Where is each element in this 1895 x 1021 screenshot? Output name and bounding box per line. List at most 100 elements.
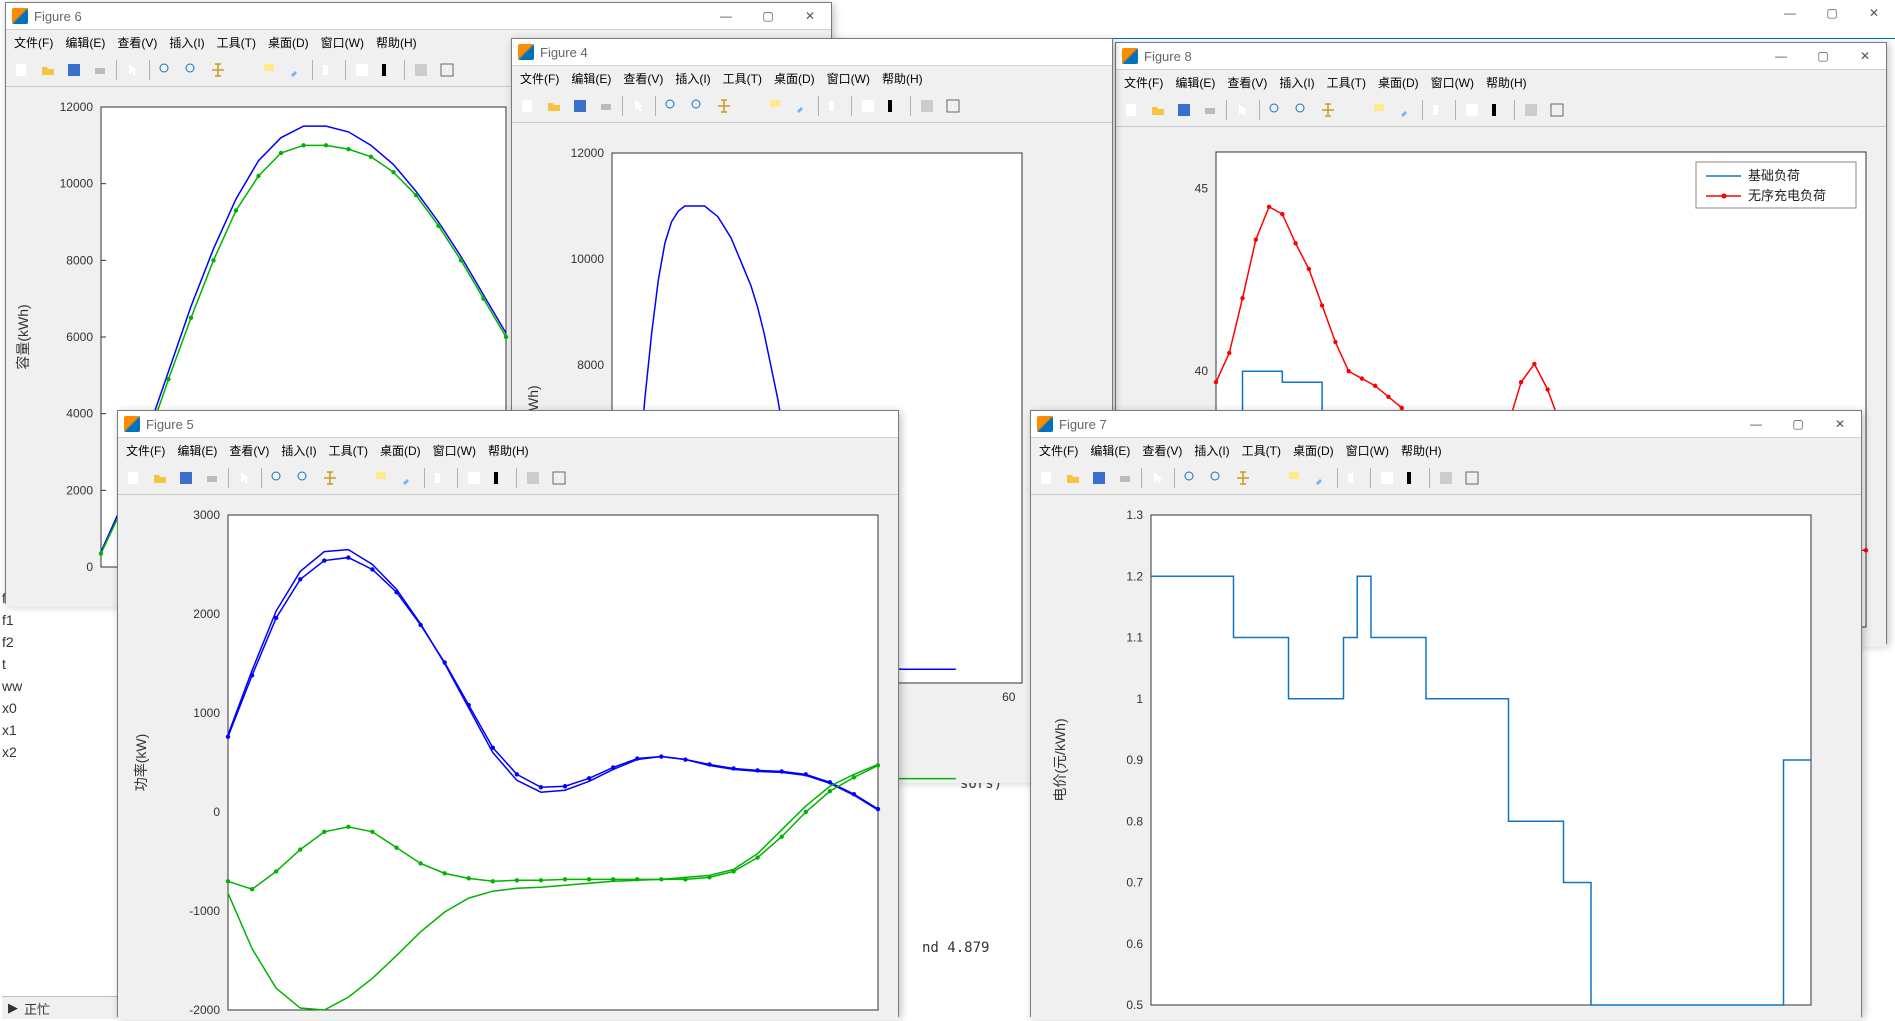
menu-item[interactable]: 文件(F) (1039, 442, 1078, 459)
menu-item[interactable]: 桌面(D) (268, 34, 309, 51)
menu-item[interactable]: 工具(T) (1242, 442, 1281, 459)
open-file-button[interactable] (1061, 466, 1085, 490)
open-file-button[interactable] (148, 466, 172, 490)
minimize-button[interactable]: — (1760, 43, 1802, 69)
color-grid-button[interactable] (856, 94, 880, 118)
menu-item[interactable]: 编辑(E) (1175, 74, 1215, 91)
menu-item[interactable]: 桌面(D) (380, 442, 421, 459)
new-figure-button[interactable] (10, 58, 34, 82)
titlebar[interactable]: Figure 5 (118, 411, 898, 438)
pan-button[interactable] (206, 58, 230, 82)
new-figure-button[interactable] (1120, 98, 1144, 122)
print-button[interactable] (594, 94, 618, 118)
menu-item[interactable]: 帮助(H) (882, 70, 923, 87)
brush-button[interactable] (284, 58, 308, 82)
dock-button[interactable] (409, 58, 433, 82)
open-file-button[interactable] (542, 94, 566, 118)
link-plots-button[interactable] (1427, 98, 1451, 122)
menu-item[interactable]: 查看(V) (1227, 74, 1267, 91)
colorbar-legend-button[interactable] (882, 94, 906, 118)
open-file-button[interactable] (36, 58, 60, 82)
link-plots-button[interactable] (823, 94, 847, 118)
colorbar-legend-button[interactable] (1401, 466, 1425, 490)
menu-item[interactable]: 文件(F) (520, 70, 559, 87)
pointer-button[interactable] (121, 58, 145, 82)
menu-item[interactable]: 帮助(H) (1486, 74, 1527, 91)
brush-button[interactable] (1309, 466, 1333, 490)
menubar[interactable]: 文件(F)编辑(E)查看(V)插入(I)工具(T)桌面(D)窗口(W)帮助(H) (118, 438, 898, 462)
zoom-in-button[interactable] (660, 94, 684, 118)
data-cursor-button[interactable] (1368, 98, 1392, 122)
plot-area[interactable]: 0.50.60.70.80.911.11.21.3电价(元/kWh) (1031, 495, 1861, 1020)
zoom-out-button[interactable] (686, 94, 710, 118)
color-grid-button[interactable] (1375, 466, 1399, 490)
menu-item[interactable]: 工具(T) (1327, 74, 1366, 91)
figure-7-window[interactable]: Figure 7 — ▢ ✕ 文件(F)编辑(E)查看(V)插入(I)工具(T)… (1030, 410, 1862, 1017)
menu-item[interactable]: 文件(F) (1124, 74, 1163, 91)
titlebar[interactable]: Figure 4 (512, 39, 1112, 66)
menu-item[interactable]: 插入(I) (1279, 74, 1314, 91)
save-button[interactable] (174, 466, 198, 490)
menubar[interactable]: 文件(F)编辑(E)查看(V)插入(I)工具(T)桌面(D)窗口(W)帮助(H) (1031, 438, 1861, 462)
menu-item[interactable]: 查看(V) (117, 34, 157, 51)
rotate-3d-button[interactable] (1342, 98, 1366, 122)
close-button[interactable]: ✕ (789, 3, 831, 29)
save-button[interactable] (1172, 98, 1196, 122)
menu-item[interactable]: 帮助(H) (376, 34, 417, 51)
color-grid-button[interactable] (350, 58, 374, 82)
save-button[interactable] (1087, 466, 1111, 490)
menu-item[interactable]: 帮助(H) (1401, 442, 1442, 459)
menu-item[interactable]: 编辑(E) (571, 70, 611, 87)
color-grid-button[interactable] (1460, 98, 1484, 122)
rotate-3d-button[interactable] (344, 466, 368, 490)
pointer-button[interactable] (1146, 466, 1170, 490)
link-plots-button[interactable] (1342, 466, 1366, 490)
maximize-button[interactable]: ▢ (1802, 43, 1844, 69)
maximize-button[interactable]: ▢ (1777, 411, 1819, 437)
pointer-button[interactable] (1231, 98, 1255, 122)
menu-item[interactable]: 查看(V) (1142, 442, 1182, 459)
maximize-view-button[interactable] (435, 58, 459, 82)
minimize-button[interactable]: — (705, 3, 747, 29)
titlebar[interactable]: Figure 8 — ▢ ✕ (1116, 43, 1886, 70)
close-button[interactable]: ✕ (1844, 43, 1886, 69)
zoom-out-button[interactable] (1290, 98, 1314, 122)
maximize-view-button[interactable] (1545, 98, 1569, 122)
colorbar-legend-button[interactable] (1486, 98, 1510, 122)
menu-item[interactable]: 插入(I) (675, 70, 710, 87)
data-cursor-button[interactable] (764, 94, 788, 118)
data-cursor-button[interactable] (1283, 466, 1307, 490)
menu-item[interactable]: 文件(F) (14, 34, 53, 51)
toolbar[interactable] (512, 90, 1112, 123)
minimize-button[interactable]: — (1735, 411, 1777, 437)
menu-item[interactable]: 编辑(E) (177, 442, 217, 459)
dock-button[interactable] (1519, 98, 1543, 122)
menu-item[interactable]: 工具(T) (329, 442, 368, 459)
colorbar-legend-button[interactable] (488, 466, 512, 490)
data-cursor-button[interactable] (258, 58, 282, 82)
menu-item[interactable]: 桌面(D) (1378, 74, 1419, 91)
menu-item[interactable]: 工具(T) (723, 70, 762, 87)
colorbar-legend-button[interactable] (376, 58, 400, 82)
link-plots-button[interactable] (317, 58, 341, 82)
maximize-view-button[interactable] (941, 94, 965, 118)
close-button[interactable]: ✕ (1819, 411, 1861, 437)
zoom-out-button[interactable] (292, 466, 316, 490)
menu-item[interactable]: 插入(I) (169, 34, 204, 51)
pan-button[interactable] (1316, 98, 1340, 122)
titlebar[interactable]: Figure 7 — ▢ ✕ (1031, 411, 1861, 438)
pan-button[interactable] (712, 94, 736, 118)
rotate-3d-button[interactable] (738, 94, 762, 118)
print-button[interactable] (1113, 466, 1137, 490)
menu-item[interactable]: 窗口(W) (827, 70, 870, 87)
brush-button[interactable] (396, 466, 420, 490)
menu-item[interactable]: 编辑(E) (1090, 442, 1130, 459)
pointer-button[interactable] (627, 94, 651, 118)
plot-area[interactable]: -2000-10000100020003000功率(kW) (118, 495, 898, 1020)
toolbar[interactable] (1116, 94, 1886, 127)
brush-button[interactable] (1394, 98, 1418, 122)
main-maximize-button[interactable]: ▢ (1811, 0, 1853, 26)
rotate-3d-button[interactable] (232, 58, 256, 82)
menu-item[interactable]: 插入(I) (281, 442, 316, 459)
print-button[interactable] (1198, 98, 1222, 122)
